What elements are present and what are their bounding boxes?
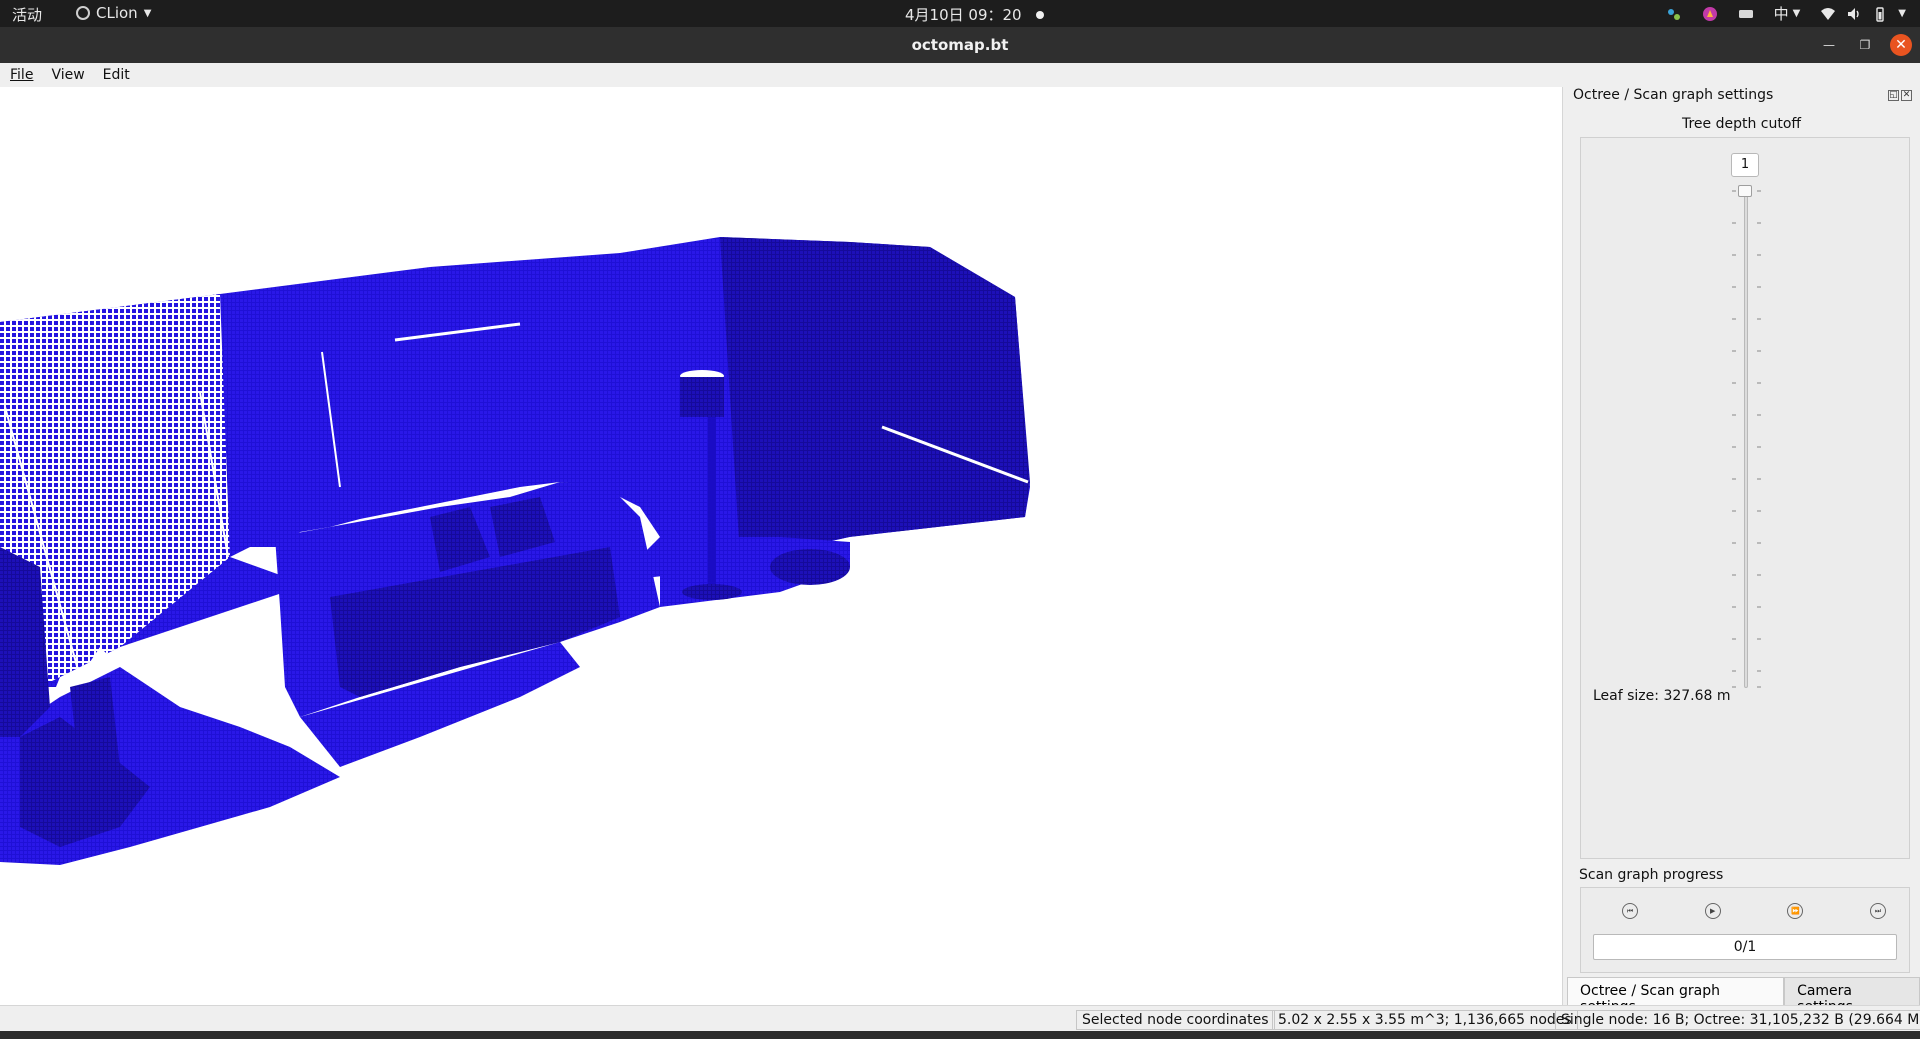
playback-controls: ⏮ ▶ ⏩ ⏭ [1619, 900, 1889, 922]
status-bar: Selected node coordinates 5.02 x 2.55 x … [0, 1005, 1920, 1031]
menu-view[interactable]: View [51, 67, 84, 83]
system-tray: 中 ▼ ▼ [1666, 3, 1906, 24]
scan-progress-bar: 0/1 [1593, 934, 1897, 960]
tree-depth-slider-track[interactable] [1744, 188, 1748, 688]
app-menu[interactable]: CLion ▼ [76, 4, 151, 22]
selected-node-status: Selected node coordinates [1076, 1010, 1275, 1030]
scan-graph-group: ⏮ ▶ ⏩ ⏭ 0/1 [1580, 887, 1910, 973]
first-scan-button[interactable]: ⏮ [1619, 900, 1641, 922]
minimize-button[interactable]: — [1818, 34, 1840, 56]
side-table [770, 549, 850, 585]
battery-icon [1876, 6, 1884, 22]
keyboard-icon[interactable] [1738, 6, 1754, 22]
menu-bar: File View Edit [0, 63, 1920, 87]
app-name: CLion [96, 4, 138, 22]
memory-status: Single node: 16 B; Octree: 31,105,232 B … [1555, 1010, 1920, 1030]
notification-dot-icon [1035, 10, 1044, 19]
play-button[interactable]: ▶ [1702, 900, 1724, 922]
input-method-selector[interactable]: 中 ▼ [1774, 3, 1801, 24]
tree-depth-title: Tree depth cutoff [1681, 116, 1802, 132]
app-indicator-icon[interactable] [1702, 6, 1718, 22]
close-button[interactable]: ✕ [1890, 34, 1912, 56]
lamp-base [682, 584, 742, 600]
clock[interactable]: 4月10日 09：20 [905, 4, 1044, 25]
tree-depth-spinbox[interactable]: 1 [1731, 153, 1759, 177]
app-gear-icon [76, 6, 90, 20]
dock-title: Octree / Scan graph settings [1573, 87, 1774, 103]
dock-strip [0, 1031, 1920, 1039]
right-wall-voxels [720, 237, 1030, 557]
menu-edit[interactable]: Edit [103, 67, 130, 83]
lamp-pole [708, 417, 716, 587]
activities-button[interactable]: 活动 [12, 4, 42, 25]
system-top-bar: 活动 CLion ▼ 4月10日 09：20 中 ▼ ▼ [0, 0, 1920, 27]
window-controls: — ❐ ✕ [1818, 34, 1912, 56]
map-dimensions-status: 5.02 x 2.55 x 3.55 m^3; 1,136,665 nodes [1272, 1010, 1578, 1030]
dock-close-button[interactable]: ✕ [1901, 90, 1912, 101]
scan-graph-progress-title: Scan graph progress [1579, 867, 1724, 883]
next-scan-button[interactable]: ⏩ [1784, 900, 1806, 922]
chevron-down-icon: ▼ [1898, 8, 1906, 19]
chevron-down-icon: ▼ [143, 7, 152, 19]
settings-dock: Octree / Scan graph settings ◱ ✕ Tree de… [1562, 87, 1920, 1005]
input-method-label: 中 [1773, 5, 1789, 23]
window-title: octomap.bt [911, 36, 1009, 54]
clock-text: 4月10日 09：20 [905, 6, 1022, 24]
volume-icon [1848, 7, 1859, 20]
skip-back-icon: ⏮ [1622, 903, 1638, 919]
play-icon: ▶ [1704, 903, 1721, 919]
last-scan-button[interactable]: ⏭ [1867, 900, 1889, 922]
dock-controls: ◱ ✕ [1888, 90, 1912, 101]
tree-depth-slider-handle[interactable] [1738, 185, 1752, 197]
status-menu[interactable]: ▼ [1820, 6, 1906, 22]
menu-file[interactable]: File [10, 67, 33, 83]
voxel-map-render [0, 87, 1562, 1005]
slider-ticks-right [1757, 190, 1761, 688]
tree-depth-group: 1 [1580, 137, 1910, 859]
leaf-size-label: Leaf size: 327.68 m [1593, 688, 1731, 704]
skip-forward-icon: ⏭ [1869, 903, 1886, 919]
tab-camera-settings[interactable]: Camera settings [1784, 977, 1920, 1015]
chevron-down-icon: ▼ [1792, 8, 1801, 19]
dock-float-button[interactable]: ◱ [1888, 90, 1899, 101]
slider-ticks-left [1732, 190, 1736, 688]
octomap-3d-viewport[interactable] [0, 87, 1562, 1005]
dock-tabs: Octree / Scan graph settings Camera sett… [1567, 977, 1920, 1015]
wifi-icon [1821, 7, 1836, 20]
step-forward-icon: ⏩ [1787, 903, 1804, 919]
network-activity-icon[interactable] [1666, 6, 1682, 22]
window-title-bar[interactable]: octomap.bt — ❐ ✕ [0, 27, 1920, 63]
lamp-shade [680, 377, 724, 417]
tab-octree-settings[interactable]: Octree / Scan graph settings [1567, 977, 1785, 1015]
maximize-button[interactable]: ❐ [1854, 34, 1876, 56]
